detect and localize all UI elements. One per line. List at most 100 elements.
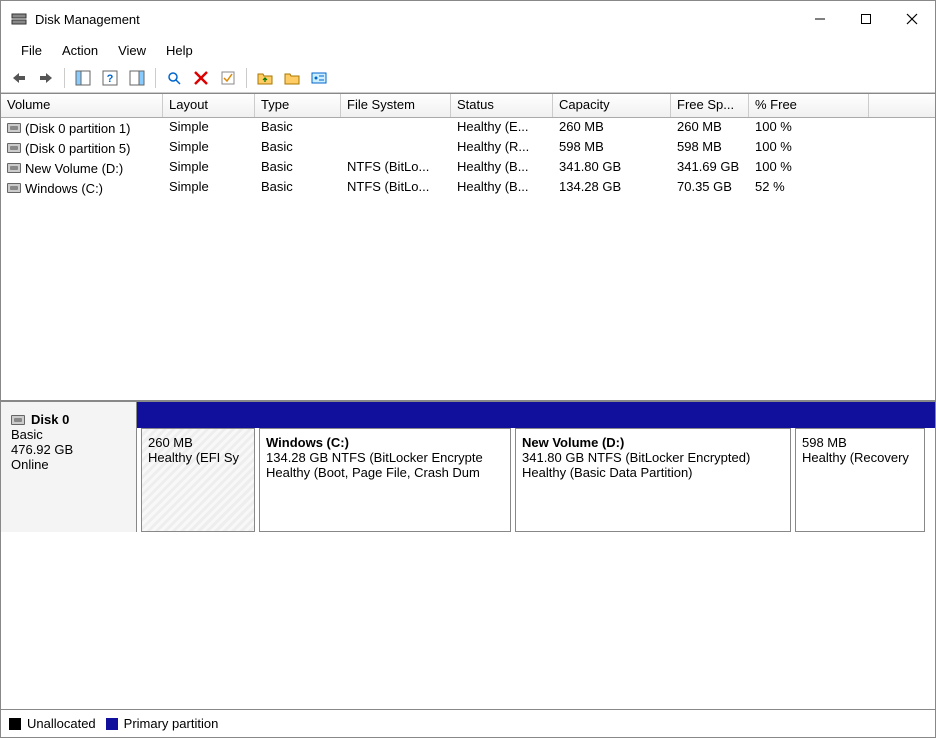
partition-status: Healthy (Basic Data Partition) (522, 465, 784, 480)
col-header-pctfree[interactable]: % Free (749, 94, 869, 117)
title-bar: Disk Management (1, 1, 935, 37)
volume-name: Windows (C:) (25, 181, 103, 196)
partition-label: Windows (C:) (266, 435, 504, 450)
col-header-type[interactable]: Type (255, 94, 341, 117)
folder-down-button[interactable] (280, 66, 304, 90)
volume-capacity: 260 MB (553, 118, 671, 138)
close-button[interactable] (889, 1, 935, 37)
volume-free: 260 MB (671, 118, 749, 138)
col-header-capacity[interactable]: Capacity (553, 94, 671, 117)
volume-row[interactable]: (Disk 0 partition 5) SimpleBasic Healthy (… (1, 138, 935, 158)
volume-capacity: 134.28 GB (553, 178, 671, 198)
partition-size: 260 MB (148, 435, 248, 450)
disk-info-panel[interactable]: Disk 0 Basic 476.92 GB Online (1, 402, 137, 532)
volume-type: Basic (255, 118, 341, 138)
volume-name: New Volume (D:) (25, 161, 123, 176)
delete-button[interactable] (189, 66, 213, 90)
volume-filesystem: NTFS (BitLo... (341, 178, 451, 198)
menu-help[interactable]: Help (156, 39, 203, 62)
forward-button[interactable] (34, 66, 58, 90)
volume-row[interactable]: New Volume (D:) SimpleBasicNTFS (BitLo...… (1, 158, 935, 178)
help-button[interactable]: ? (98, 66, 122, 90)
partition-cell[interactable]: New Volume (D:)341.80 GB NTFS (BitLocker… (515, 428, 791, 532)
partition-cell[interactable]: 598 MBHealthy (Recovery (795, 428, 925, 532)
disk-name: Disk 0 (31, 412, 69, 427)
col-header-status[interactable]: Status (451, 94, 553, 117)
separator (155, 68, 156, 88)
show-hide-tree-button[interactable] (71, 66, 95, 90)
partition-status: Healthy (Recovery (802, 450, 918, 465)
back-button[interactable] (7, 66, 31, 90)
col-header-volume[interactable]: Volume (1, 94, 163, 117)
minimize-button[interactable] (797, 1, 843, 37)
volume-list-header: Volume Layout Type File System Status Ca… (1, 94, 935, 118)
drive-icon (7, 143, 21, 153)
partition-label: New Volume (D:) (522, 435, 784, 450)
caption-controls (797, 1, 935, 37)
separator (64, 68, 65, 88)
volume-free: 341.69 GB (671, 158, 749, 178)
menu-action[interactable]: Action (52, 39, 108, 62)
menu-view[interactable]: View (108, 39, 156, 62)
volume-type: Basic (255, 158, 341, 178)
volume-pctfree: 100 % (749, 118, 869, 138)
disk-row: Disk 0 Basic 476.92 GB Online 260 MBHeal… (1, 402, 935, 532)
volume-capacity: 341.80 GB (553, 158, 671, 178)
volume-layout: Simple (163, 138, 255, 158)
svg-text:?: ? (107, 73, 114, 85)
volume-layout: Simple (163, 118, 255, 138)
volume-capacity: 598 MB (553, 138, 671, 158)
drive-icon (7, 183, 21, 193)
menu-bar: File Action View Help (1, 37, 935, 63)
col-header-filesystem[interactable]: File System (341, 94, 451, 117)
legend: Unallocated Primary partition (1, 709, 935, 737)
partition-cell[interactable]: 260 MBHealthy (EFI Sy (141, 428, 255, 532)
drive-icon (11, 415, 25, 425)
properties-button[interactable] (216, 66, 240, 90)
volume-layout: Simple (163, 178, 255, 198)
drive-icon (7, 123, 21, 133)
volume-status: Healthy (R... (451, 138, 553, 158)
legend-swatch-primary (106, 718, 118, 730)
volume-list[interactable]: Volume Layout Type File System Status Ca… (1, 93, 935, 401)
volume-filesystem (341, 118, 451, 138)
disk-status: Online (11, 457, 126, 472)
volume-pctfree: 100 % (749, 138, 869, 158)
disk-size: 476.92 GB (11, 442, 126, 457)
volume-type: Basic (255, 138, 341, 158)
partition-status: Healthy (EFI Sy (148, 450, 248, 465)
col-header-free[interactable]: Free Sp... (671, 94, 749, 117)
partition-size: 598 MB (802, 435, 918, 450)
settings-button[interactable] (307, 66, 331, 90)
partition-size: 134.28 GB NTFS (BitLocker Encrypte (266, 450, 504, 465)
volume-filesystem: NTFS (BitLo... (341, 158, 451, 178)
folder-button[interactable] (253, 66, 277, 90)
volume-status: Healthy (B... (451, 158, 553, 178)
menu-file[interactable]: File (11, 39, 52, 62)
volume-pctfree: 52 % (749, 178, 869, 198)
volume-row[interactable]: Windows (C:)SimpleBasicNTFS (BitLo...Hea… (1, 178, 935, 198)
disk-type: Basic (11, 427, 126, 442)
partition-size: 341.80 GB NTFS (BitLocker Encrypted) (522, 450, 784, 465)
partition-color-bar (137, 402, 935, 428)
maximize-button[interactable] (843, 1, 889, 37)
refresh-button[interactable] (162, 66, 186, 90)
partition-cell[interactable]: Windows (C:)134.28 GB NTFS (BitLocker En… (259, 428, 511, 532)
action-list-button[interactable] (125, 66, 149, 90)
volume-row[interactable]: (Disk 0 partition 1)SimpleBasicHealthy (… (1, 118, 935, 138)
legend-swatch-unallocated (9, 718, 21, 730)
volume-status: Healthy (B... (451, 178, 553, 198)
disk-map: Disk 0 Basic 476.92 GB Online 260 MBHeal… (1, 401, 935, 737)
toolbar: ? (1, 63, 935, 93)
volume-filesystem (341, 138, 451, 158)
volume-layout: Simple (163, 158, 255, 178)
col-header-layout[interactable]: Layout (163, 94, 255, 117)
separator (246, 68, 247, 88)
volume-status: Healthy (E... (451, 118, 553, 138)
partition-status: Healthy (Boot, Page File, Crash Dum (266, 465, 504, 480)
volume-free: 70.35 GB (671, 178, 749, 198)
app-icon (11, 11, 27, 27)
volume-name: (Disk 0 partition 5) (25, 141, 130, 156)
legend-unallocated: Unallocated (27, 716, 96, 731)
window-title: Disk Management (35, 12, 140, 27)
